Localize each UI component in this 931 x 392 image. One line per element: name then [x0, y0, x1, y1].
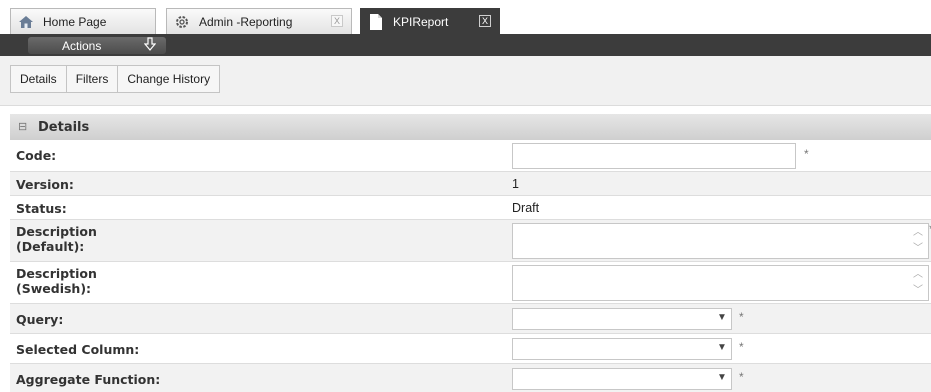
selected-column-row: Selected Column: ▼ * [10, 334, 931, 364]
tab-admin-reporting[interactable]: Admin -Reporting X [166, 8, 352, 34]
query-label: Query: [16, 312, 64, 327]
description-swedish-textarea[interactable]: ︿ ﹀ [512, 265, 929, 301]
description-swedish-label-2: (Swedish): [16, 281, 92, 296]
tab-kpireport[interactable]: KPIReport X [360, 8, 500, 34]
scroll-up-icon[interactable]: ︿ [912, 228, 924, 238]
description-swedish-row: Description (Swedish): ︿ ﹀ [10, 262, 931, 304]
tab-label: Home Page [43, 14, 107, 29]
subtab-details[interactable]: Details [11, 66, 67, 92]
description-swedish-label-1: Description [16, 266, 97, 281]
required-marker: * [739, 340, 744, 354]
aggregate-function-label: Aggregate Function: [16, 372, 161, 387]
status-row: Status: Draft [10, 196, 931, 220]
chevron-down-icon[interactable]: ▼ [715, 341, 729, 355]
tab-strip: Home Page Admin -Reporting X KPIReport X [0, 0, 931, 34]
tab-label: Admin -Reporting [199, 14, 293, 29]
subtab-group: Details Filters Change History [10, 65, 221, 93]
actions-bar: Actions [0, 34, 931, 56]
scroll-down-icon[interactable]: ﹀ [912, 286, 924, 296]
selected-column-select[interactable]: ▼ [512, 338, 732, 360]
arrow-down-icon [143, 37, 157, 55]
document-icon [367, 13, 385, 31]
close-icon[interactable]: X [331, 15, 343, 27]
aggregate-function-row: Aggregate Function: ▼ * [10, 364, 931, 392]
subtab-bar: Details Filters Change History [0, 56, 931, 106]
description-default-textarea[interactable]: ︿ ﹀ [512, 223, 929, 259]
home-icon [17, 13, 35, 31]
subtab-change-history[interactable]: Change History [118, 66, 219, 92]
subtab-filters[interactable]: Filters [67, 66, 119, 92]
query-select[interactable]: ▼ [512, 308, 732, 330]
scroll-down-icon[interactable]: ﹀ [912, 244, 924, 254]
scroll-up-icon[interactable]: ︿ [912, 270, 924, 280]
actions-label: Actions [62, 38, 102, 53]
required-marker: * [804, 147, 809, 161]
section-title: Details [38, 119, 90, 135]
status-value: Draft [512, 201, 540, 215]
collapse-icon[interactable]: ⊟ [18, 122, 28, 133]
required-marker: * [739, 310, 744, 324]
version-label: Version: [16, 177, 74, 192]
code-input[interactable] [512, 143, 796, 169]
aggregate-function-select[interactable]: ▼ [512, 368, 732, 390]
chevron-down-icon[interactable]: ▼ [715, 371, 729, 385]
actions-button[interactable]: Actions [28, 37, 166, 54]
tab-home-page[interactable]: Home Page [10, 8, 156, 34]
required-marker: * [739, 370, 744, 384]
chevron-down-icon[interactable]: ▼ [715, 311, 729, 325]
details-section-header[interactable]: ⊟ Details [10, 114, 931, 140]
tab-label: KPIReport [393, 14, 449, 29]
description-default-label-1: Description [16, 224, 97, 239]
close-icon[interactable]: X [479, 15, 491, 27]
query-row: Query: ▼ * [10, 304, 931, 334]
description-default-label-2: (Default): [16, 239, 85, 254]
code-row: Code: * [10, 140, 931, 172]
code-label: Code: [16, 148, 57, 163]
selected-column-label: Selected Column: [16, 342, 140, 357]
description-default-row: Description (Default): ︿ ﹀ * [10, 220, 931, 262]
version-value: 1 [512, 177, 519, 191]
gear-icon [173, 13, 191, 31]
status-label: Status: [16, 201, 67, 216]
version-row: Version: 1 [10, 172, 931, 196]
